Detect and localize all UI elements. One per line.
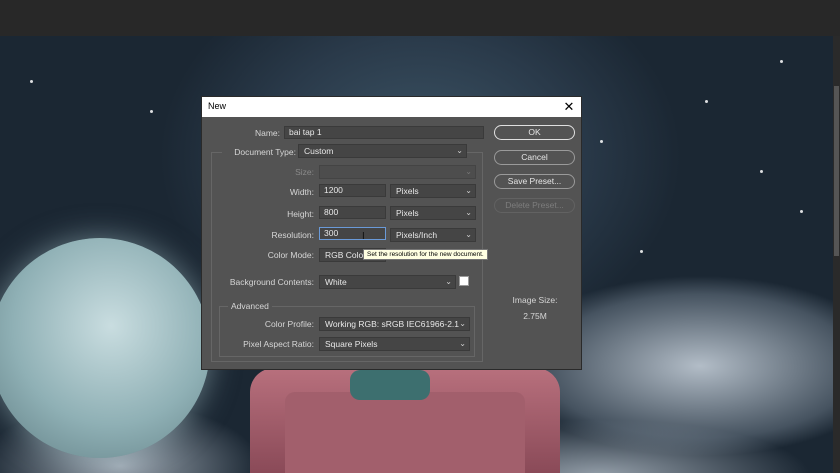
app-top-bar (0, 0, 840, 36)
delete-preset-button: Delete Preset... (494, 198, 575, 213)
star (640, 250, 643, 253)
background-color-swatch[interactable] (459, 276, 469, 286)
background-contents-select[interactable]: White ⌄ (319, 275, 456, 289)
color-profile-select[interactable]: Working RGB: sRGB IEC61966-2.1 ⌄ (319, 317, 470, 331)
name-input[interactable]: bai tap 1 (284, 126, 484, 139)
star (705, 100, 708, 103)
cancel-button[interactable]: Cancel (494, 150, 575, 165)
color-mode-value: RGB Color (325, 250, 367, 260)
chevron-down-icon: ⌄ (465, 167, 472, 176)
height-unit-value: Pixels (396, 208, 419, 218)
image-size-label: Image Size: (512, 295, 558, 305)
image-size-value: 2.75M (523, 311, 547, 321)
color-mode-label: Color Mode: (267, 250, 314, 260)
chevron-down-icon: ⌄ (445, 277, 452, 286)
dialog-title: New (208, 101, 227, 111)
height-unit-select[interactable]: Pixels ⌄ (390, 206, 476, 220)
color-profile-label: Color Profile: (264, 319, 314, 329)
color-profile-value: Working RGB: sRGB IEC61966-2.1 (325, 319, 460, 329)
moon-image (0, 238, 210, 458)
scrollbar-thumb[interactable] (834, 86, 839, 256)
chevron-down-icon: ⌄ (459, 339, 466, 348)
new-document-dialog: New ✕ Name: bai tap 1 Document Type: Cus… (201, 96, 582, 370)
resolution-unit-select[interactable]: Pixels/Inch ⌄ (390, 228, 476, 242)
star (780, 60, 783, 63)
star (760, 170, 763, 173)
save-preset-button[interactable]: Save Preset... (494, 174, 575, 189)
chevron-down-icon: ⌄ (465, 186, 472, 195)
resolution-label: Resolution: (271, 230, 314, 240)
width-unit-value: Pixels (396, 186, 419, 196)
pixel-aspect-ratio-value: Square Pixels (325, 339, 378, 349)
document-type-select[interactable]: Custom ⌄ (298, 144, 467, 158)
chevron-down-icon: ⌄ (465, 230, 472, 239)
background-contents-value: White (325, 277, 347, 287)
size-label: Size: (295, 167, 314, 177)
chevron-down-icon: ⌄ (459, 318, 466, 330)
height-input[interactable]: 800 (319, 206, 386, 219)
width-unit-select[interactable]: Pixels ⌄ (390, 184, 476, 198)
star (150, 110, 153, 113)
figure-image (350, 370, 430, 400)
text-cursor-icon: Ι (362, 231, 365, 242)
width-label: Width: (289, 187, 314, 197)
pixel-aspect-ratio-select[interactable]: Square Pixels ⌄ (319, 337, 470, 351)
resolution-input[interactable]: 300 (319, 227, 386, 240)
star (800, 210, 803, 213)
name-label: Name: (254, 128, 280, 138)
dialog-titlebar[interactable]: New ✕ (202, 97, 581, 117)
document-type-label: Document Type: (222, 147, 298, 157)
pixel-aspect-ratio-label: Pixel Aspect Ratio: (243, 339, 314, 349)
resolution-unit-value: Pixels/Inch (396, 230, 438, 240)
chevron-down-icon: ⌄ (456, 146, 463, 155)
armchair-seat-image (285, 392, 525, 473)
close-icon[interactable]: ✕ (561, 98, 577, 115)
advanced-label: Advanced (228, 301, 272, 311)
size-select: ⌄ (319, 165, 476, 179)
height-label: Height: (287, 209, 314, 219)
chevron-down-icon: ⌄ (465, 208, 472, 217)
vertical-scrollbar[interactable] (833, 36, 840, 473)
document-type-value: Custom (304, 146, 334, 156)
background-contents-label: Background Contents: (229, 277, 314, 287)
star (600, 140, 603, 143)
ok-button[interactable]: OK (494, 125, 575, 140)
width-input[interactable]: 1200 (319, 184, 386, 197)
resolution-tooltip: Set the resolution for the new document. (363, 249, 488, 260)
star (30, 80, 33, 83)
